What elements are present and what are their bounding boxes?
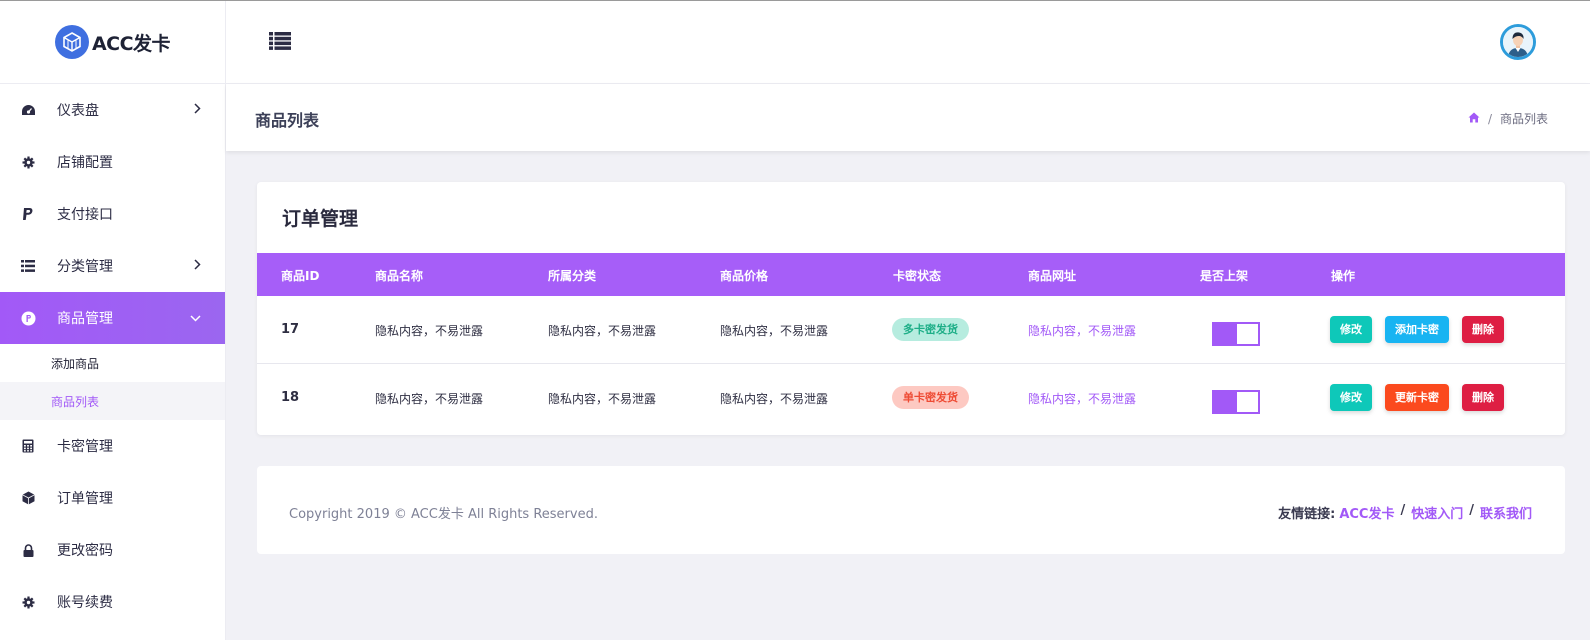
dashboard-icon (20, 102, 36, 118)
sidebar-menu: 仪表盘 店铺配置 支付接口 分类管理 商品管理 添加商品 商品列表 卡密管理 订… (0, 84, 225, 628)
link-separator: / (1400, 503, 1406, 518)
product-name: 隐私内容，不易泄露 (375, 324, 484, 338)
column-header: 所属分类 (548, 269, 597, 283)
column-header: 商品价格 (720, 269, 769, 283)
sidebar-item-label: 店铺配置 (57, 155, 113, 171)
product-category: 隐私内容，不易泄露 (548, 392, 657, 406)
paypal-icon (20, 206, 36, 222)
friend-links: 友情链接: ACC发卡 / 快速入门 / 联系我们 (1278, 503, 1532, 522)
toggle-fill (1214, 392, 1237, 412)
delete-button[interactable]: 删除 (1462, 384, 1504, 411)
add-keys-button[interactable]: 添加卡密 (1385, 316, 1449, 343)
sidebar-item-label: 卡密管理 (57, 439, 113, 455)
page-title: 商品列表 (255, 111, 320, 130)
chevron-right-icon (194, 258, 201, 274)
lock-icon (20, 542, 36, 558)
sidebar-item-category[interactable]: 分类管理 (0, 240, 225, 292)
toggle-fill (1214, 324, 1237, 344)
sidebar-item-orders[interactable]: 订单管理 (0, 472, 225, 524)
calculator-icon (20, 438, 36, 454)
avatar[interactable] (1500, 24, 1536, 60)
breadcrumb: / 商品列表 (1468, 110, 1548, 127)
edit-button[interactable]: 修改 (1330, 316, 1372, 343)
sidebar-item-label: 账号续费 (57, 595, 113, 611)
product-price: 隐私内容，不易泄露 (720, 392, 829, 406)
sidebar-subitem-add-product[interactable]: 添加商品 (0, 344, 225, 382)
column-header: 是否上架 (1200, 269, 1249, 283)
logo[interactable]: ACC发卡 (0, 1, 225, 84)
sidebar: ACC发卡 仪表盘 店铺配置 支付接口 分类管理 商品管理 添加商品 商品列表 … (0, 1, 226, 640)
chevron-down-icon (190, 310, 201, 326)
sidebar-item-store-config[interactable]: 店铺配置 (0, 136, 225, 188)
sidebar-item-label: 支付接口 (57, 207, 113, 223)
product-id: 18 (281, 390, 300, 405)
sidebar-item-label: 分类管理 (57, 259, 113, 275)
sidebar-item-label: 商品管理 (57, 311, 113, 327)
product-table-card: 订单管理 商品ID 商品名称 所属分类 商品价格 卡密状态 商品网址 是否上架 … (257, 182, 1565, 435)
products-submenu: 添加商品 商品列表 (0, 344, 225, 420)
column-header: 商品ID (281, 269, 320, 283)
logo-cube-icon (54, 25, 89, 59)
menu-toggle-icon[interactable] (269, 32, 291, 50)
page-header: 商品列表 / 商品列表 (226, 84, 1590, 151)
update-keys-button[interactable]: 更新卡密 (1385, 384, 1449, 411)
product-price: 隐私内容，不易泄露 (720, 324, 829, 338)
footer-link[interactable]: 快速入门 (1411, 503, 1463, 522)
breadcrumb-current: 商品列表 (1499, 112, 1548, 126)
sidebar-item-products[interactable]: 商品管理 (0, 292, 225, 344)
footer-link[interactable]: 联系我们 (1480, 503, 1532, 522)
sidebar-item-change-password[interactable]: 更改密码 (0, 524, 225, 576)
listed-toggle[interactable] (1212, 390, 1260, 414)
sidebar-subitem-product-list[interactable]: 商品列表 (0, 382, 225, 420)
sidebar-item-card-keys[interactable]: 卡密管理 (0, 420, 225, 472)
copyright-text: Copyright 2019 © ACC发卡 All Rights Reserv… (289, 507, 598, 522)
product-name: 隐私内容，不易泄露 (375, 392, 484, 406)
sidebar-item-payment[interactable]: 支付接口 (0, 188, 225, 240)
product-url-link[interactable]: 隐私内容，不易泄露 (1028, 390, 1136, 407)
product-id: 17 (281, 322, 300, 337)
cube-icon (20, 490, 36, 506)
home-icon[interactable] (1468, 112, 1480, 126)
table-header: 商品ID 商品名称 所属分类 商品价格 卡密状态 商品网址 是否上架 操作 (257, 253, 1565, 296)
sidebar-item-label: 更改密码 (57, 543, 113, 559)
column-header: 商品网址 (1028, 269, 1077, 283)
status-badge: 多卡密发货 (892, 318, 969, 341)
status-badge: 单卡密发货 (892, 386, 969, 409)
brand-name: ACC发卡 (91, 32, 171, 55)
sidebar-item-dashboard[interactable]: 仪表盘 (0, 84, 225, 136)
edit-button[interactable]: 修改 (1330, 384, 1372, 411)
listed-toggle[interactable] (1212, 322, 1260, 346)
column-header: 商品名称 (375, 269, 424, 283)
table-row: 17 隐私内容，不易泄露 隐私内容，不易泄露 隐私内容，不易泄露 多卡密发货 隐… (257, 296, 1565, 364)
friend-links-label: 友情链接: (1278, 507, 1336, 522)
delete-button[interactable]: 删除 (1462, 316, 1504, 343)
sidebar-item-label: 仪表盘 (57, 103, 99, 119)
gear-icon (20, 154, 36, 170)
sidebar-item-renew[interactable]: 账号续费 (0, 576, 225, 628)
footer: Copyright 2019 © ACC发卡 All Rights Reserv… (257, 466, 1565, 554)
list-icon (20, 258, 36, 274)
card-title: 订单管理 (282, 208, 359, 230)
product-url-link[interactable]: 隐私内容，不易泄露 (1028, 322, 1136, 339)
footer-link[interactable]: ACC发卡 (1339, 503, 1394, 522)
product-category: 隐私内容，不易泄露 (548, 324, 657, 338)
topbar (226, 1, 1590, 84)
chevron-right-icon (194, 102, 201, 118)
link-separator: / (1469, 503, 1474, 518)
column-header: 卡密状态 (893, 269, 942, 283)
column-header: 操作 (1331, 269, 1356, 283)
breadcrumb-separator: / (1487, 111, 1492, 126)
table-row: 18 隐私内容，不易泄露 隐私内容，不易泄露 隐私内容，不易泄露 单卡密发货 隐… (257, 364, 1565, 432)
sidebar-item-label: 订单管理 (57, 491, 113, 507)
product-coin-icon (20, 310, 36, 326)
gear-icon (20, 594, 36, 610)
